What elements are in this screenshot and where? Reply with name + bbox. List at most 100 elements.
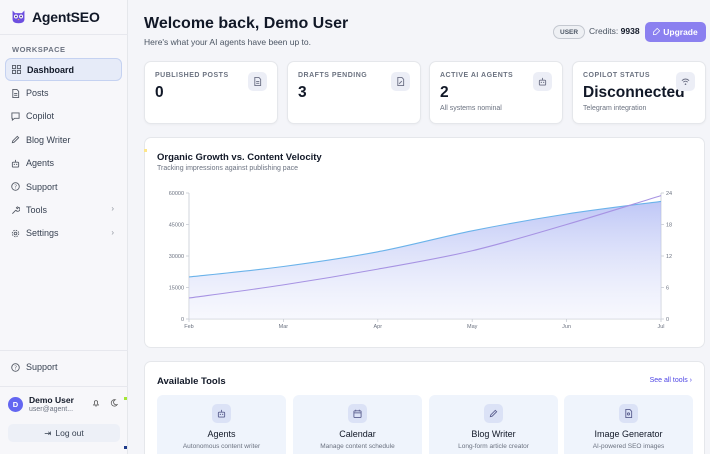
sidebar-nav: Dashboard Posts Copilot Blog Writer Agen… (5, 58, 122, 245)
chevron-right-icon: › (111, 227, 114, 237)
tool-card-image-generator[interactable]: Image Generator AI-powered SEO images (564, 395, 693, 454)
stat-label: COPILOT STATUS (583, 72, 651, 79)
brand[interactable]: AgentSEO (10, 8, 100, 25)
y-tick-label-right: 6 (666, 286, 669, 292)
stat-value: Disconnected (583, 84, 685, 101)
avatar: D (8, 397, 23, 413)
page-title: Welcome back, Demo User (144, 15, 349, 32)
stat-card-drafts-pending: DRAFTS PENDING 3 (287, 61, 421, 124)
tool-desc: Manage content schedule (320, 443, 395, 450)
decorative-dot (124, 397, 127, 400)
stat-label: DRAFTS PENDING (298, 72, 368, 79)
sidebar-item-blog-writer[interactable]: Blog Writer (5, 128, 122, 151)
owl-logo-icon (10, 8, 27, 25)
chart-card: Organic Growth vs. Content Velocity Trac… (144, 137, 705, 348)
sidebar-item-label: Blog Writer (26, 134, 71, 145)
credits-value: 9938 (620, 26, 640, 36)
stat-value: 0 (155, 84, 164, 101)
sidebar-item-copilot[interactable]: Copilot (5, 105, 122, 128)
role-badge: USER (553, 25, 586, 39)
stat-value: 2 (440, 84, 449, 101)
tool-card-blog-writer[interactable]: Blog Writer Long-form article creator (429, 395, 558, 454)
chevron-right-icon: › (111, 204, 114, 214)
chart: 60000450003000015000024181260Feb Mar Apr Ma… (169, 191, 672, 330)
sparkle-icon (653, 27, 661, 37)
tool-name: Blog Writer (471, 429, 516, 439)
upgrade-label: Upgrade (663, 27, 698, 37)
logout-button[interactable]: ⇥ Log out (8, 424, 120, 442)
svg-text:?: ? (14, 185, 17, 191)
document-icon (248, 72, 267, 91)
user-profile[interactable]: D Demo User user@agent... (8, 395, 120, 414)
document-edit-icon (391, 72, 410, 91)
pen-icon (484, 404, 503, 423)
chat-icon (11, 112, 20, 121)
wifi-icon (676, 72, 695, 91)
x-tick-label: Mar (279, 324, 289, 330)
y-tick-label-left: 0 (181, 317, 184, 323)
stat-label: PUBLISHED POSTS (155, 72, 229, 79)
support-link[interactable]: ? Support (11, 362, 58, 372)
user-email: user@agent... (29, 405, 74, 413)
y-tick-label-right: 18 (666, 223, 672, 229)
moon-icon[interactable] (110, 399, 119, 409)
tool-desc: AI-powered SEO images (592, 443, 665, 450)
user-actions (92, 399, 119, 409)
sidebar-item-agents[interactable]: Agents (5, 152, 122, 175)
tool-card-calendar[interactable]: Calendar Manage content schedule (293, 395, 422, 454)
tool-desc: Long-form article creator (458, 443, 529, 450)
y-tick-label-right: 24 (666, 191, 672, 197)
x-tick-label: Apr (374, 324, 383, 330)
help-icon: ? (11, 362, 20, 372)
robot-icon (11, 159, 20, 168)
y-tick-label-left: 30000 (169, 254, 184, 260)
y-tick-label-right: 12 (666, 254, 672, 260)
x-tick-label: May (467, 324, 478, 330)
robot-icon (533, 72, 552, 91)
y-tick-label-right: 0 (666, 317, 669, 323)
divider (0, 386, 128, 387)
logout-icon: ⇥ (44, 427, 52, 438)
stat-card-active-agents: ACTIVE AI AGENTS 2 All systems nominal (429, 61, 563, 124)
sidebar-item-tools[interactable]: Tools › (5, 198, 122, 221)
bell-icon[interactable] (92, 399, 100, 409)
robot-icon (212, 404, 231, 423)
sidebar-item-label: Support (26, 181, 58, 192)
sidebar-item-posts[interactable]: Posts (5, 81, 122, 104)
sidebar-item-label: Dashboard (27, 64, 75, 75)
section-label-workspace: WORKSPACE (12, 45, 66, 54)
credits-display: Credits: 9938 (589, 26, 640, 36)
tool-card-agents[interactable]: Agents Autonomous content writer (157, 395, 286, 454)
logout-label: Log out (55, 428, 84, 438)
y-tick-label-left: 60000 (169, 191, 184, 197)
stat-card-copilot-status: COPILOT STATUS Disconnected Telegram int… (572, 61, 706, 124)
wrench-icon (11, 205, 20, 215)
stat-sub: All systems nominal (440, 105, 502, 112)
sidebar-item-settings[interactable]: Settings › (5, 222, 122, 245)
tools-card: Available Tools See all tools › Agents A… (144, 361, 705, 454)
calendar-icon (348, 404, 367, 423)
tool-name: Agents (207, 429, 236, 439)
sidebar-item-label: Tools (26, 205, 48, 216)
sidebar-item-dashboard[interactable]: Dashboard (5, 58, 122, 82)
decorative-dot (144, 149, 147, 152)
stat-label: ACTIVE AI AGENTS (440, 72, 514, 79)
grid-icon (12, 65, 21, 75)
sidebar-item-label: Copilot (26, 111, 55, 122)
support-label: Support (26, 362, 58, 372)
brand-name: AgentSEO (32, 8, 100, 25)
user-info: Demo User user@agent... (29, 395, 74, 414)
sidebar-item-label: Agents (26, 158, 55, 169)
divider (0, 350, 128, 351)
sidebar-item-label: Settings (26, 228, 59, 239)
see-all-tools-link[interactable]: See all tools › (650, 377, 692, 384)
sidebar-item-label: Posts (26, 88, 49, 99)
sidebar-item-support[interactable]: ? Support (5, 175, 122, 198)
x-tick-label: Jul (657, 324, 664, 330)
credits-label: Credits: (589, 26, 619, 36)
upgrade-button[interactable]: Upgrade (645, 22, 706, 42)
tool-name: Image Generator (594, 429, 663, 439)
x-tick-label: Jun (562, 324, 571, 330)
gear-icon (11, 229, 20, 238)
y-tick-label-left: 15000 (169, 286, 184, 292)
